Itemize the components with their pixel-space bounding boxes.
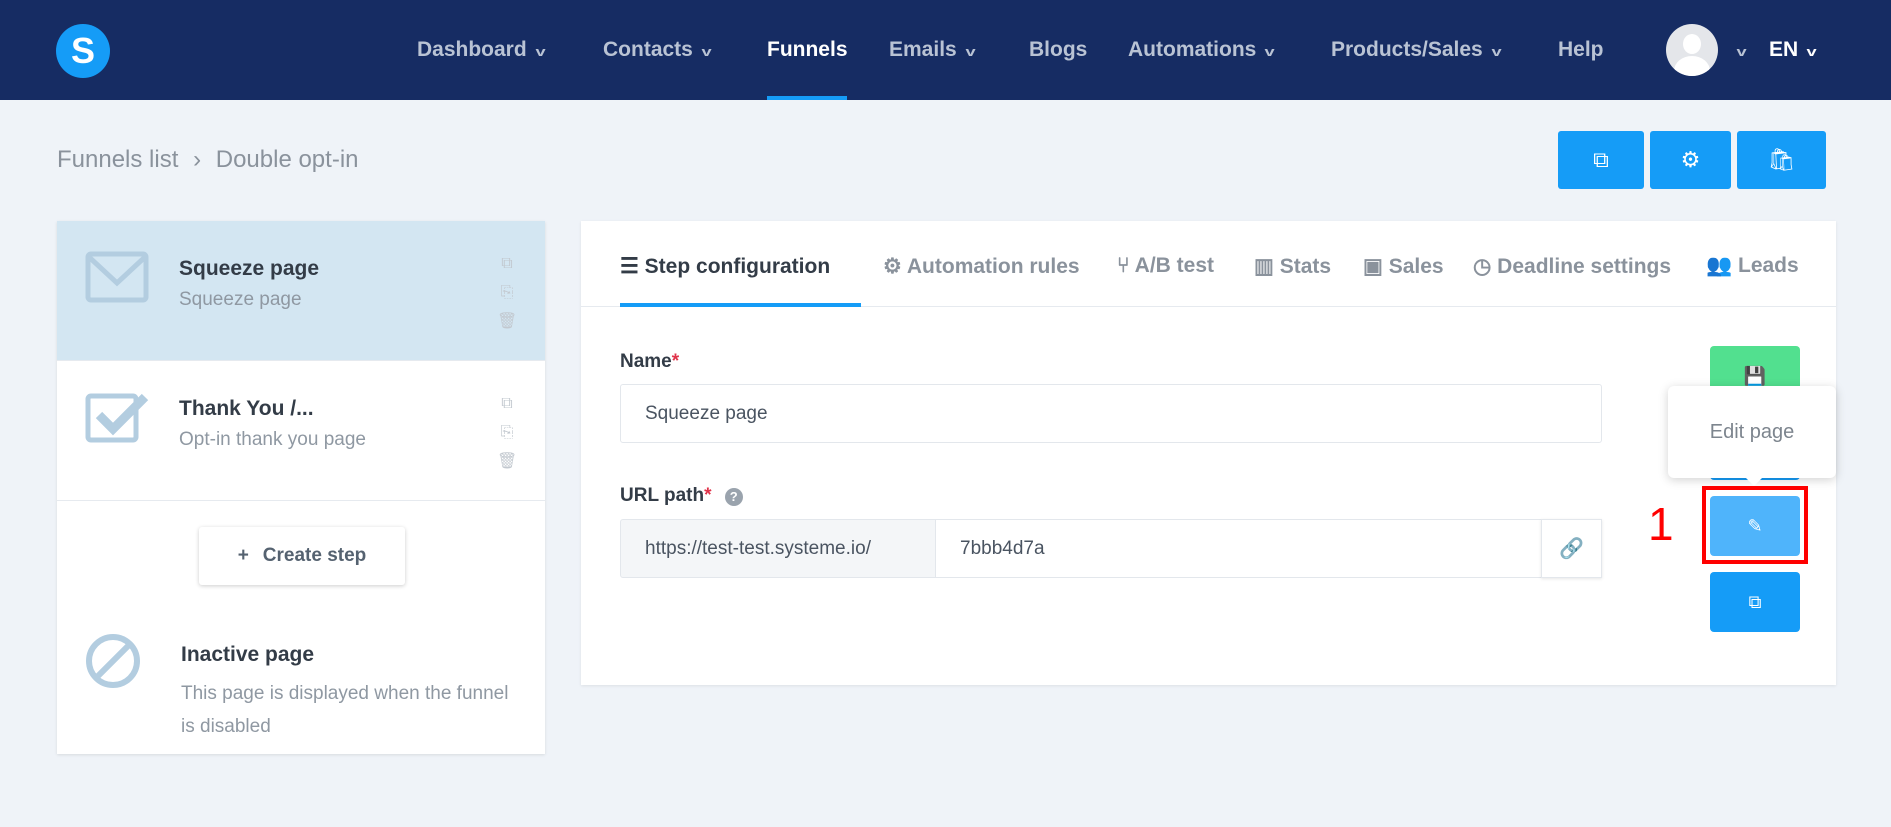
users-icon: 👥 [1706, 254, 1733, 277]
shopping-bag-icon: 🛍 [1767, 147, 1796, 172]
account-menu[interactable]: v [1728, 38, 1747, 62]
step-title: Thank You /... [179, 397, 314, 420]
nav-contacts[interactable]: Contacts v [603, 38, 712, 62]
avatar[interactable] [1666, 24, 1718, 76]
clock-icon: ◷ [1473, 255, 1492, 278]
create-step-label: Create step [262, 545, 367, 566]
step-item-squeeze[interactable]: Squeeze page Squeeze page ⧉ ⎘ 🗑 [57, 221, 545, 361]
chevron-down-icon: v [1736, 44, 1747, 59]
split-icon: ⑂ [1117, 254, 1130, 277]
nav-label: Help [1558, 38, 1604, 61]
copy-icon[interactable]: ⧉ [497, 389, 517, 418]
nav-products-sales[interactable]: Products/Sales v [1331, 38, 1502, 62]
nav-help[interactable]: Help [1558, 38, 1604, 62]
tab-step-configuration[interactable]: ☰ Step configuration [620, 254, 830, 279]
step-item-thank-you[interactable]: Thank You /... Opt-in thank you page ⧉ ⎘ 🗑 [57, 361, 545, 501]
steps-panel: Squeeze page Squeeze page ⧉ ⎘ 🗑 Thank You … [57, 221, 545, 754]
tabs: ☰ Step configuration ⚙ Automation rules … [581, 221, 1836, 307]
language-label: EN [1769, 38, 1799, 61]
nav-funnels[interactable]: Funnels [767, 38, 848, 62]
chevron-down-icon: v [965, 44, 976, 59]
inactive-title: Inactive page [181, 643, 315, 666]
chevron-down-icon: v [535, 44, 546, 59]
highlight-box [1702, 486, 1808, 564]
active-nav-indicator [767, 96, 847, 100]
breadcrumb-separator: › [193, 146, 202, 173]
active-tab-indicator [620, 303, 861, 307]
edit-page-tooltip: Edit page [1668, 386, 1836, 486]
breadcrumb: Funnels list › Double opt-in [57, 146, 359, 174]
envelope-icon [85, 251, 149, 303]
inactive-description: This page is displayed when the funnel i… [181, 683, 509, 737]
plus-icon: + [237, 545, 249, 566]
nav-label: Contacts [603, 38, 693, 61]
save-icon: 💾 [1743, 365, 1767, 386]
duplicate-icon[interactable]: ⎘ [497, 278, 517, 307]
nav-label: Blogs [1029, 38, 1088, 61]
external-link-icon: ⧉ [1593, 147, 1609, 172]
trash-icon[interactable]: 🗑 [497, 447, 517, 476]
tab-sales[interactable]: ▣ Sales [1363, 254, 1444, 279]
tab-stats[interactable]: ▥ Stats [1254, 254, 1331, 279]
funnel-shop-button[interactable]: 🛍 [1737, 131, 1826, 189]
language-select[interactable]: EN v [1769, 38, 1817, 62]
chevron-down-icon: v [1806, 44, 1817, 59]
copy-icon[interactable]: ⧉ [497, 249, 517, 278]
copy-link-button[interactable]: 🔗 [1541, 519, 1602, 578]
nav-label: Funnels [767, 38, 848, 61]
url-prefix: https://test-test.systeme.io/ [620, 519, 936, 578]
nav-label: Products/Sales [1331, 38, 1483, 61]
ban-icon [85, 633, 141, 694]
url-path-label: URL path* ? [620, 485, 743, 507]
tab-ab-test[interactable]: ⑂ A/B test [1117, 254, 1214, 278]
chevron-down-icon: v [1491, 44, 1502, 59]
duplicate-icon[interactable]: ⎘ [497, 418, 517, 447]
nav-label: Emails [889, 38, 957, 61]
nav-label: Dashboard [417, 38, 527, 61]
nav-label: Automations [1128, 38, 1257, 61]
chevron-down-icon: v [1264, 44, 1276, 59]
help-icon[interactable]: ? [724, 487, 743, 506]
bar-chart-icon: ▥ [1254, 255, 1274, 278]
create-step-button[interactable]: + Create step [199, 527, 405, 585]
breadcrumb-funnels-list[interactable]: Funnels list [57, 146, 178, 173]
gears-icon: ⚙ [883, 255, 902, 278]
trash-icon[interactable]: 🗑 [497, 307, 517, 336]
open-funnel-button[interactable]: ⧉ [1558, 131, 1644, 189]
tab-automation-rules[interactable]: ⚙ Automation rules [883, 254, 1080, 279]
checkbox-icon [85, 393, 149, 443]
chevron-down-icon: v [701, 44, 712, 59]
step-title: Squeeze page [179, 257, 320, 280]
duplicate-page-button[interactable]: ⧉ [1710, 572, 1800, 632]
link-icon: 🔗 [1559, 538, 1584, 560]
annotation-number: 1 [1648, 498, 1674, 550]
breadcrumb-current: Double opt-in [215, 146, 359, 173]
nav-automations[interactable]: Automations v [1128, 38, 1276, 62]
step-config-panel: ☰ Step configuration ⚙ Automation rules … [581, 221, 1836, 685]
nav-dashboard[interactable]: Dashboard v [417, 38, 546, 62]
step-subtitle: Opt-in thank you page [179, 429, 366, 450]
copy-icon: ⧉ [1748, 591, 1762, 612]
nav-emails[interactable]: Emails v [889, 38, 976, 62]
name-label: Name* [620, 351, 680, 372]
nav-blogs[interactable]: Blogs [1029, 38, 1087, 62]
name-input[interactable]: Squeeze page [620, 384, 1602, 443]
funnel-settings-button[interactable]: ⚙ [1650, 131, 1731, 189]
step-subtitle: Squeeze page [179, 289, 302, 310]
tab-leads[interactable]: 👥 Leads [1706, 254, 1836, 278]
tab-deadline-settings[interactable]: ◷ Deadline settings [1473, 254, 1671, 279]
gear-icon: ⚙ [1680, 147, 1701, 172]
logo[interactable]: S [56, 24, 110, 78]
money-icon: ▣ [1363, 255, 1383, 278]
url-path-input[interactable]: 7bbb4d7a [935, 519, 1542, 578]
